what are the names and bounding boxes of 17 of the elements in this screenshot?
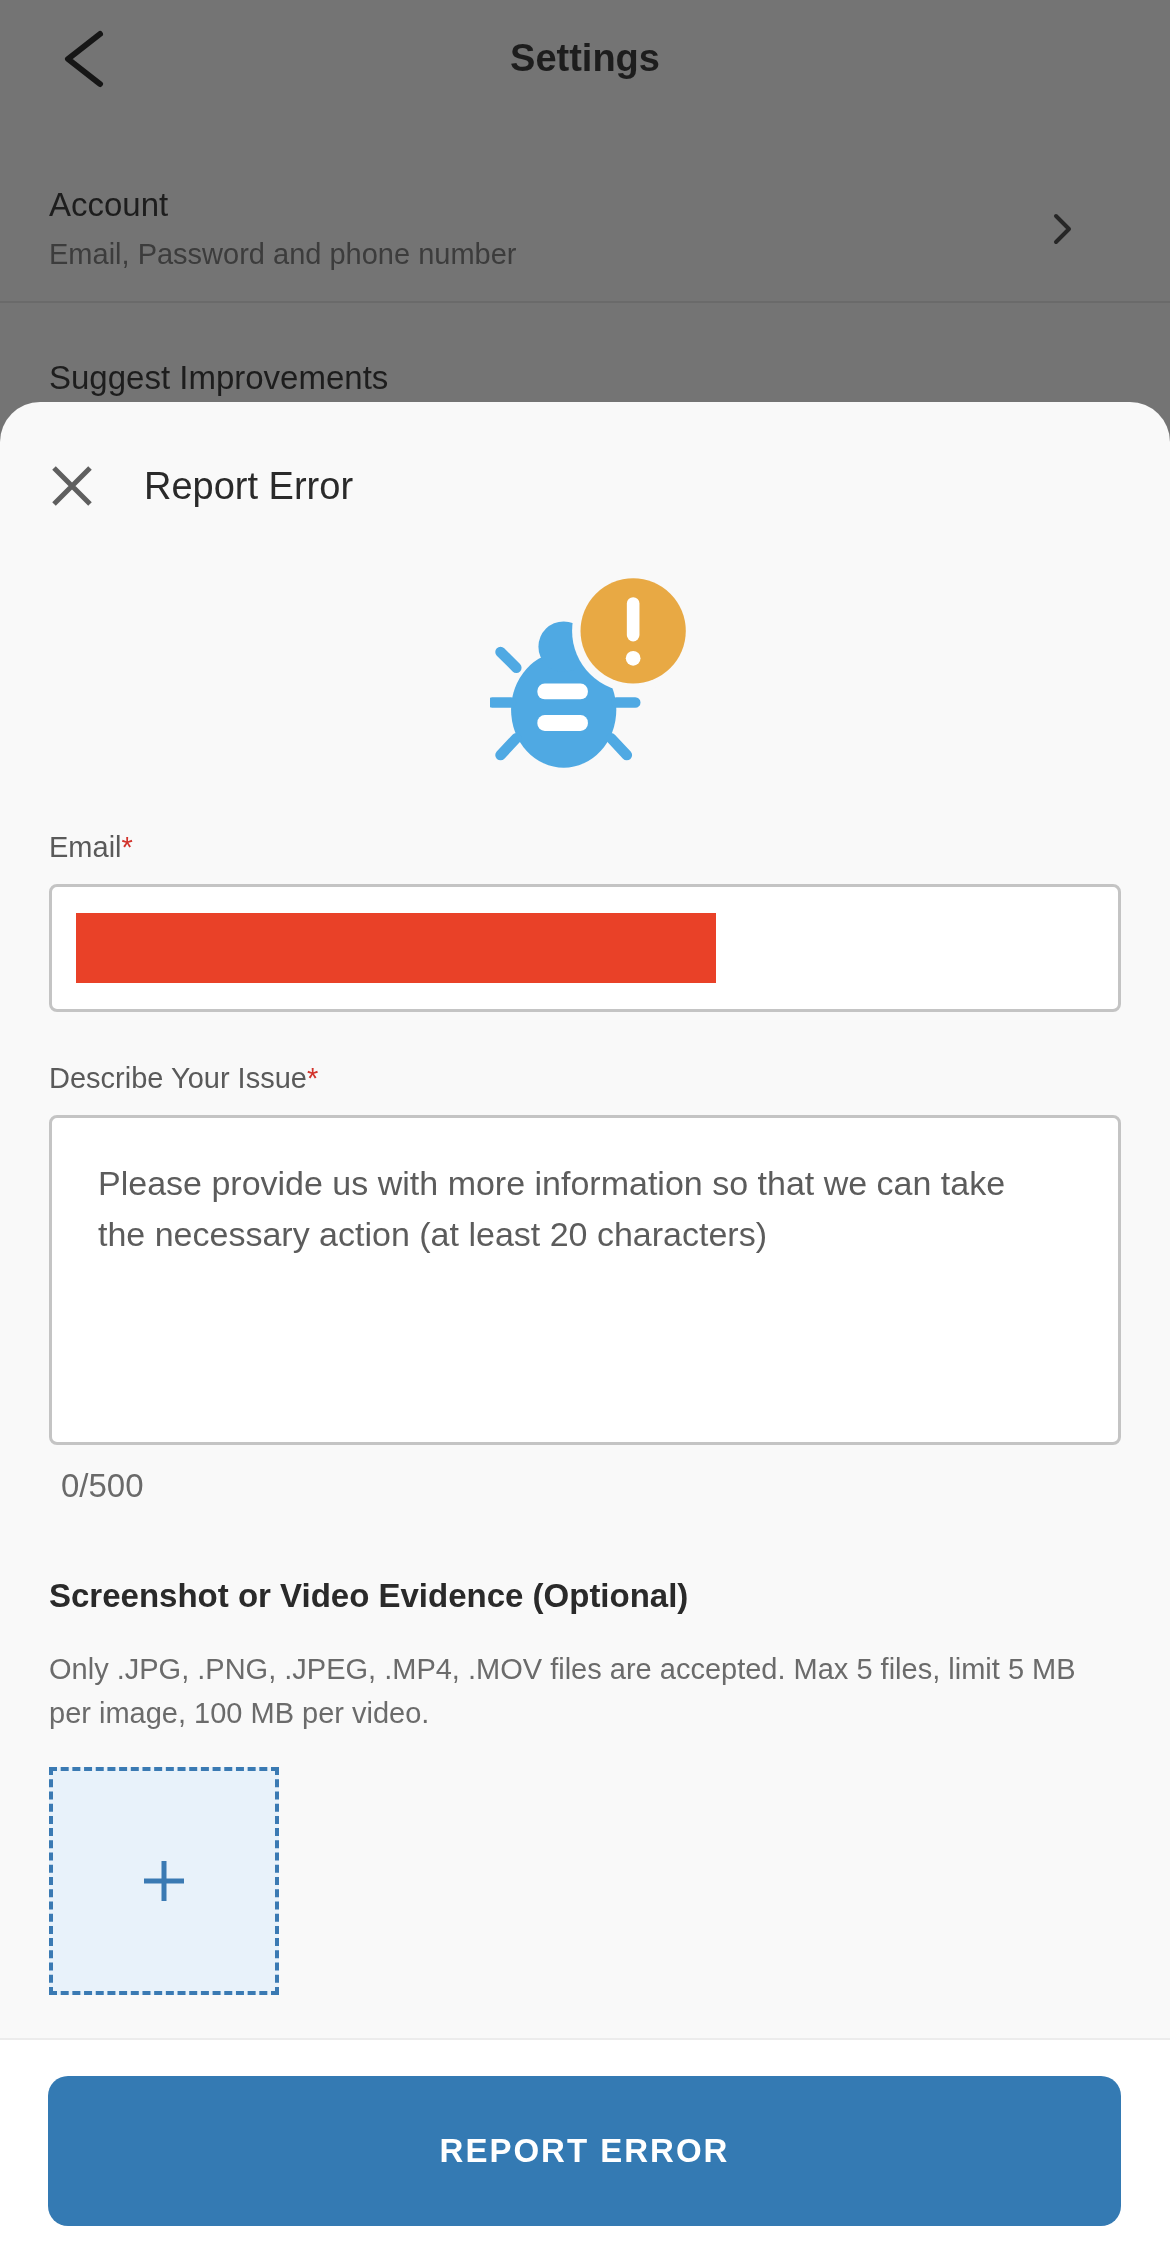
field-label: Describe Your Issue* bbox=[49, 1062, 319, 1095]
character-counter: 0/500 bbox=[61, 1467, 144, 1505]
section-title: Screenshot or Video Evidence (Optional) bbox=[49, 1577, 689, 1615]
field-label: Email* bbox=[49, 831, 133, 864]
close-icon[interactable] bbox=[50, 464, 94, 508]
settings-item-title[interactable]: Account bbox=[49, 186, 169, 224]
report-error-button[interactable]: REPORT ERROR bbox=[48, 2076, 1121, 2226]
chevron-right-icon[interactable] bbox=[1052, 211, 1074, 246]
email-field[interactable] bbox=[49, 884, 1121, 1012]
description-field[interactable]: Please provide us with more information so that we can take the necessary action (at least 20 characters) bbox=[49, 1115, 1121, 1445]
add-file-button[interactable] bbox=[49, 1767, 279, 1995]
page-title: Settings bbox=[510, 36, 660, 80]
settings-item-subtitle: Email, Password and phone number bbox=[49, 238, 517, 271]
plus-icon bbox=[142, 1859, 186, 1903]
settings-item-title[interactable]: Suggest Improvements bbox=[49, 359, 389, 397]
upload-note: Only .JPG, .PNG, .JPEG, .MP4, .MOV files are accepted. Max 5 files, limit 5 MB per image, 100 MB per video. bbox=[49, 1652, 1077, 1731]
sheet-title: Report Error bbox=[144, 464, 354, 508]
